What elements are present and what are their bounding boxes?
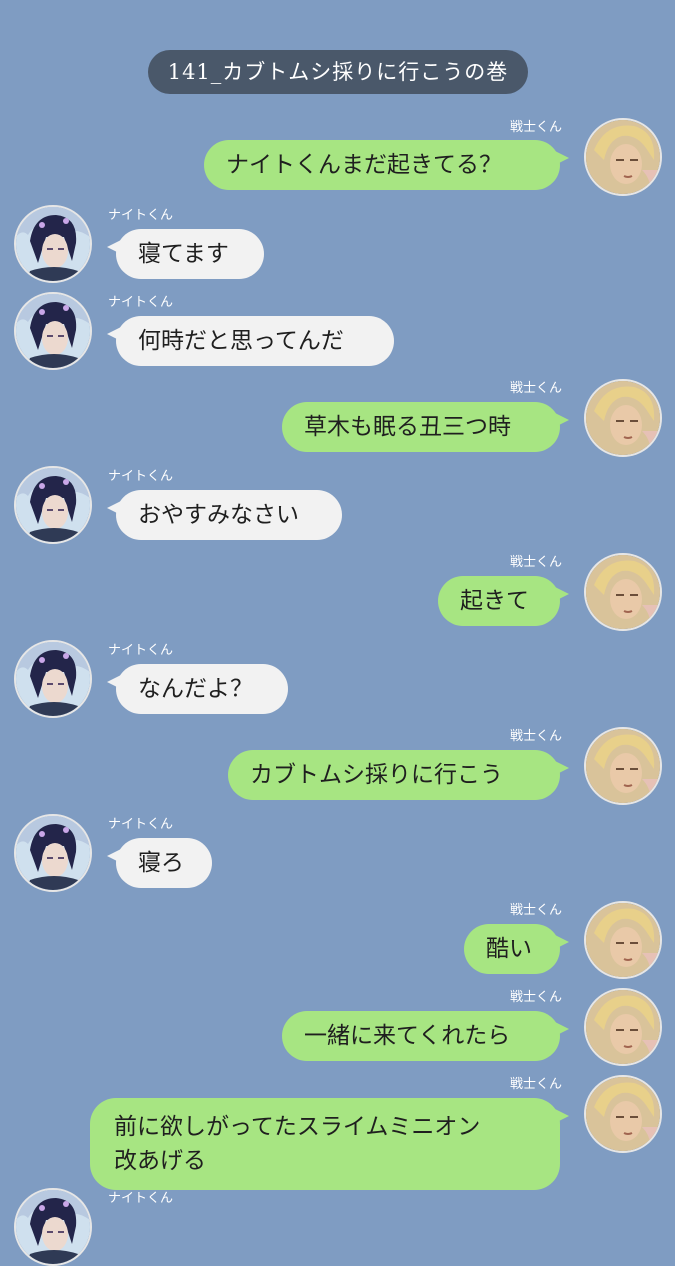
chat-title-pill: 141_カブトムシ採りに行こうの巻: [148, 50, 528, 94]
message-bubble[interactable]: 前に欲しがってたスライムミニオン 改あげる: [90, 1098, 569, 1190]
sender-name: 戦士くん: [510, 1077, 563, 1092]
sender-name: 戦士くん: [510, 903, 563, 918]
sender-name: 戦士くん: [510, 555, 563, 570]
message-bubble[interactable]: おやすみなさい: [107, 490, 342, 540]
knight-avatar[interactable]: [14, 640, 92, 718]
message-line: 前に欲しがってたスライムミニオン: [114, 1114, 481, 1140]
knight-avatar[interactable]: [14, 205, 92, 283]
warrior-avatar[interactable]: [584, 379, 662, 457]
warrior-avatar[interactable]: [584, 727, 662, 805]
warrior-avatar[interactable]: [584, 901, 662, 979]
message-bubble[interactable]: 起きて: [438, 576, 569, 626]
message-bubble[interactable]: 一緒に来てくれたら: [282, 1011, 569, 1061]
sender-name: ナイトくん: [108, 295, 174, 310]
message-bubble[interactable]: 酷い: [464, 924, 569, 974]
warrior-avatar[interactable]: [584, 553, 662, 631]
message-bubble[interactable]: 寝ろ: [107, 838, 212, 888]
message-bubble[interactable]: 何時だと思ってんだ: [107, 316, 394, 366]
message-line: 改あげる: [114, 1148, 206, 1174]
sender-name: ナイトくん: [108, 817, 174, 832]
knight-avatar[interactable]: [14, 292, 92, 370]
knight-avatar[interactable]: [14, 814, 92, 892]
warrior-avatar[interactable]: [584, 1075, 662, 1153]
sender-name: 戦士くん: [510, 120, 563, 135]
sender-name: ナイトくん: [108, 643, 174, 658]
message-bubble[interactable]: ナイトくんまだ起きてる？: [204, 140, 569, 190]
message-bubble[interactable]: なんだよ？: [107, 664, 288, 714]
warrior-avatar[interactable]: [584, 118, 662, 196]
sender-name: ナイトくん: [108, 208, 174, 223]
sender-name: ナイトくん: [108, 469, 174, 484]
sender-name: 戦士くん: [510, 729, 563, 744]
sender-name: 戦士くん: [510, 381, 563, 396]
message-bubble[interactable]: 寝てます: [107, 229, 264, 279]
sender-name: 戦士くん: [510, 990, 563, 1005]
warrior-avatar[interactable]: [584, 988, 662, 1066]
message-bubble[interactable]: 草木も眠る丑三つ時: [282, 402, 569, 452]
knight-avatar[interactable]: [14, 466, 92, 544]
message-bubble[interactable]: カブトムシ採りに行こう: [228, 750, 569, 800]
sender-name: ナイトくん: [108, 1191, 174, 1206]
